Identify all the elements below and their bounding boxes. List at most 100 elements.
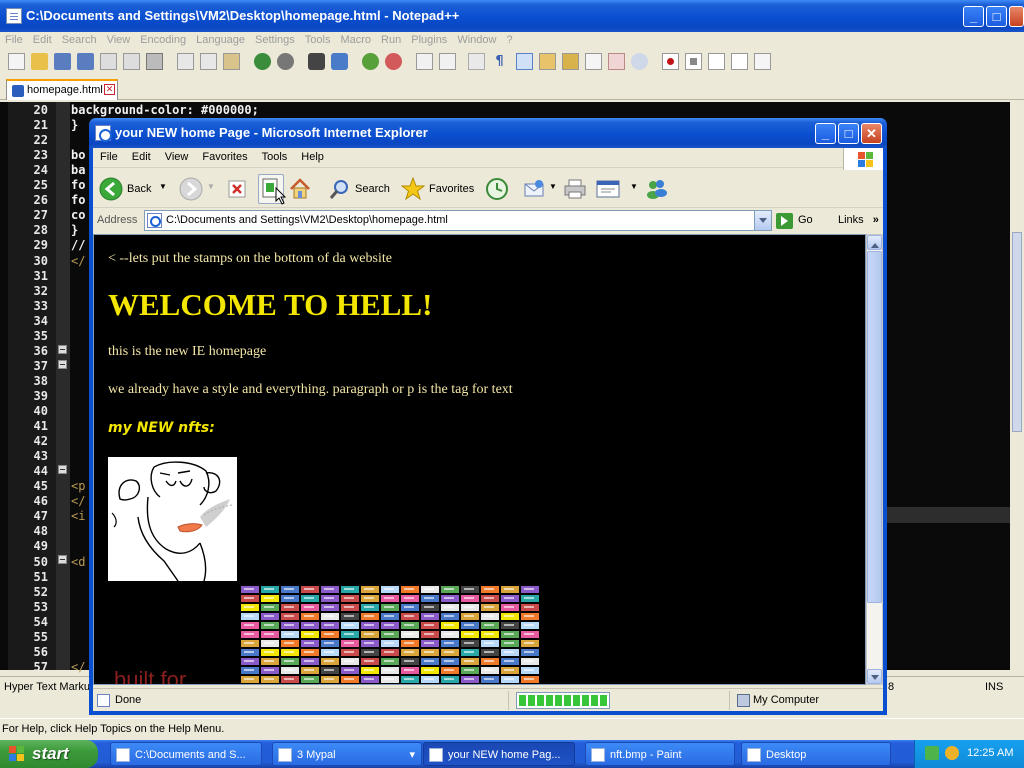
ie-menu-favorites[interactable]: Favorites (195, 148, 254, 166)
npp-maximize-button[interactable]: □ (986, 6, 1007, 27)
refresh-button[interactable] (258, 174, 287, 205)
ie-menu-tools[interactable]: Tools (255, 148, 295, 166)
npp-menu-tools[interactable]: Tools (300, 32, 336, 48)
edit-button[interactable]: ▼ (596, 174, 640, 204)
copy-icon[interactable] (200, 53, 217, 70)
messenger-button[interactable] (645, 174, 671, 204)
group-dropdown-icon[interactable]: ▾ (409, 748, 415, 761)
word-wrap-icon[interactable] (468, 53, 485, 70)
tab-homepage-html[interactable]: homepage.html ✕ (6, 79, 118, 100)
start-button[interactable]: start (0, 740, 98, 768)
tab-close-icon[interactable]: ✕ (104, 84, 115, 95)
npp-scroll-thumb[interactable] (1012, 232, 1022, 432)
print-icon[interactable] (146, 53, 163, 70)
ie-menu-edit[interactable]: Edit (125, 148, 158, 166)
fold-toggle-icon[interactable] (58, 345, 67, 354)
npp-menu-language[interactable]: Language (191, 32, 250, 48)
home-button[interactable] (289, 174, 313, 204)
help-status-bar: For Help, click Help Topics on the Help … (0, 718, 1024, 740)
replace-icon[interactable] (331, 53, 348, 70)
address-input[interactable]: C:\Documents and Settings\VM2\Desktop\ho… (144, 210, 772, 231)
address-dropdown-icon[interactable] (754, 211, 771, 230)
network-icon[interactable] (925, 746, 939, 760)
stop-button[interactable] (227, 174, 249, 204)
history-button[interactable] (485, 174, 511, 204)
forward-button[interactable]: ▼ (179, 174, 217, 204)
mail-button[interactable]: ▼ (523, 174, 559, 204)
scroll-down-icon[interactable] (867, 669, 882, 684)
ie-close-button[interactable]: ✕ (861, 123, 882, 144)
npp-minimize-button[interactable]: _ (963, 6, 984, 27)
npp-title-bar[interactable]: C:\Documents and Settings\VM2\Desktop\ho… (0, 0, 1024, 32)
back-dropdown-icon[interactable]: ▼ (159, 182, 167, 191)
npp-menu-file[interactable]: File (0, 32, 28, 48)
close-file-icon[interactable] (100, 53, 117, 70)
mail-dropdown-icon[interactable]: ▼ (549, 182, 557, 191)
ie-menu-view[interactable]: View (158, 148, 196, 166)
npp-menu-macro[interactable]: Macro (335, 32, 376, 48)
fold-toggle-icon[interactable] (58, 465, 67, 474)
npp-menu-search[interactable]: Search (57, 32, 102, 48)
macro-stop-icon[interactable] (685, 53, 702, 70)
indent-guide-icon[interactable] (516, 53, 533, 70)
go-button[interactable]: Go (776, 212, 824, 230)
taskbar-button[interactable]: 3 Mypal ▾ (272, 742, 422, 766)
monitoring-eye-icon[interactable] (631, 53, 648, 70)
npp-close-button[interactable] (1009, 6, 1024, 27)
sync-v-icon[interactable] (416, 53, 433, 70)
taskbar-button[interactable]: your NEW home Pag... (423, 742, 575, 766)
doc-map-icon[interactable] (562, 53, 579, 70)
favorites-button[interactable]: Favorites (401, 174, 481, 204)
taskbar-button[interactable]: Desktop (741, 742, 891, 766)
search-button[interactable]: Search (329, 174, 393, 204)
npp-menu-edit[interactable]: Edit (28, 32, 57, 48)
macro-run-multiple-icon[interactable] (731, 53, 748, 70)
function-list-icon[interactable] (585, 53, 602, 70)
back-button[interactable]: Back ▼ (99, 174, 169, 204)
ie-vertical-scrollbar[interactable] (866, 234, 883, 685)
npp-menu-plugins[interactable]: Plugins (406, 32, 452, 48)
fold-toggle-icon[interactable] (58, 360, 67, 369)
show-all-chars-icon[interactable]: ¶ (491, 53, 508, 70)
links-button[interactable]: Links » (838, 214, 879, 226)
ie-menu-help[interactable]: Help (294, 148, 331, 166)
npp-vertical-scrollbar[interactable] (1010, 102, 1024, 670)
undo-icon[interactable] (254, 53, 271, 70)
npp-menu-window[interactable]: Window (452, 32, 501, 48)
ie-title-bar[interactable]: your NEW home Page - Microsoft Internet … (89, 118, 887, 148)
npp-menu-help[interactable]: ? (501, 32, 517, 48)
macro-save-icon[interactable] (754, 53, 771, 70)
save-all-icon[interactable] (77, 53, 94, 70)
macro-record-icon[interactable] (662, 53, 679, 70)
npp-menu-run[interactable]: Run (376, 32, 406, 48)
open-folder-icon[interactable] (31, 53, 48, 70)
find-icon[interactable] (308, 53, 325, 70)
zoom-in-icon[interactable] (362, 53, 379, 70)
macro-play-icon[interactable] (708, 53, 725, 70)
redo-icon[interactable] (277, 53, 294, 70)
ie-scroll-thumb[interactable] (867, 251, 882, 603)
ie-maximize-button[interactable]: □ (838, 123, 859, 144)
udl-icon[interactable] (539, 53, 556, 70)
search-tray-icon[interactable] (945, 746, 959, 760)
scroll-up-icon[interactable] (867, 235, 882, 250)
cut-icon[interactable] (177, 53, 194, 70)
print-button[interactable] (563, 174, 589, 204)
taskbar-button[interactable]: nft.bmp - Paint (585, 742, 735, 766)
taskbar-button[interactable]: C:\Documents and S... (110, 742, 262, 766)
edit-dropdown-icon[interactable]: ▼ (630, 182, 638, 191)
folder-workspace-icon[interactable] (608, 53, 625, 70)
fold-toggle-icon[interactable] (58, 555, 67, 564)
zoom-out-icon[interactable] (385, 53, 402, 70)
ie-menu-file[interactable]: File (93, 148, 125, 166)
ie-minimize-button[interactable]: _ (815, 123, 836, 144)
npp-menu-encoding[interactable]: Encoding (135, 32, 191, 48)
close-all-icon[interactable] (123, 53, 140, 70)
new-file-icon[interactable] (8, 53, 25, 70)
npp-menu-settings[interactable]: Settings (250, 32, 300, 48)
sync-h-icon[interactable] (439, 53, 456, 70)
page-viewport[interactable]: < --lets put the stamps on the bottom of… (93, 234, 866, 685)
paste-icon[interactable] (223, 53, 240, 70)
save-icon[interactable] (54, 53, 71, 70)
npp-menu-view[interactable]: View (102, 32, 136, 48)
